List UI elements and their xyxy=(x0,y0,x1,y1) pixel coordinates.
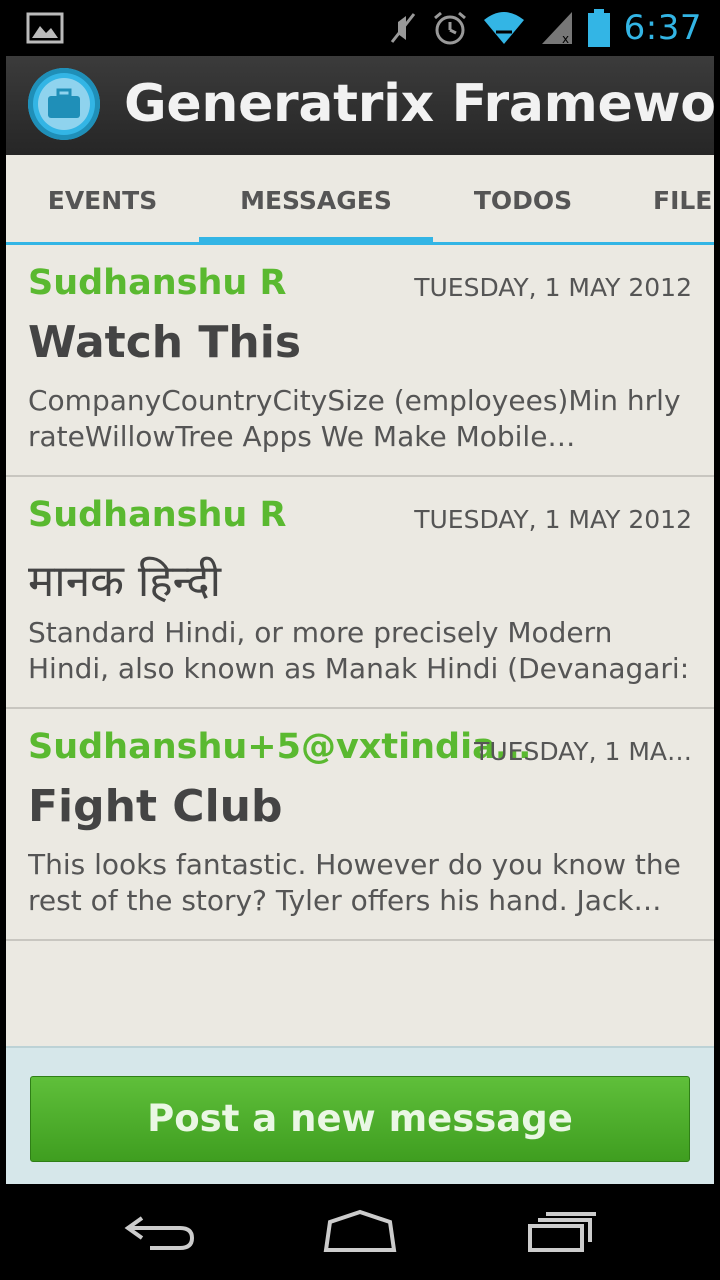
signal-icon: x xyxy=(541,12,572,46)
tab-messages[interactable]: MESSAGES xyxy=(199,155,433,242)
back-icon[interactable] xyxy=(120,1204,200,1260)
status-time: 6:37 xyxy=(623,8,702,48)
message-sender: Sudhanshu R xyxy=(28,495,287,535)
message-preview: CompanyCountryCitySize (employees)Min hr… xyxy=(28,384,681,453)
app-title: Generatrix Framework xyxy=(124,74,714,134)
message-list: Sudhanshu R TUESDAY, 1 MAY 2012 Watch Th… xyxy=(6,245,714,941)
action-bar: Generatrix Framework xyxy=(6,56,714,155)
message-date: TUESDAY, 1 MA… xyxy=(474,737,692,766)
home-icon[interactable] xyxy=(320,1204,400,1260)
alarm-icon xyxy=(433,11,466,45)
message-item[interactable]: Sudhanshu R TUESDAY, 1 MAY 2012 मानक हिन… xyxy=(6,477,714,709)
tab-todos[interactable]: TODOS xyxy=(433,155,613,242)
recent-apps-icon[interactable] xyxy=(520,1204,600,1260)
status-bar: x 6:37 xyxy=(0,0,720,56)
mute-icon xyxy=(390,13,415,43)
svg-text:x: x xyxy=(562,32,569,46)
navigation-bar xyxy=(0,1184,720,1280)
briefcase-icon[interactable] xyxy=(28,68,100,140)
message-preview: Standard Hindi, or more precisely Modern… xyxy=(28,616,690,689)
battery-icon xyxy=(587,9,610,47)
message-sender: Sudhanshu+5@vxtindia… xyxy=(28,727,531,767)
message-subject: Fight Club xyxy=(28,781,283,832)
wifi-icon xyxy=(483,12,524,44)
message-item[interactable]: Sudhanshu R TUESDAY, 1 MAY 2012 Watch Th… xyxy=(6,245,714,477)
message-subject: मानक हिन्दी xyxy=(28,556,222,607)
message-sender: Sudhanshu R xyxy=(28,263,287,303)
bottom-bar: Post a new message xyxy=(6,1046,714,1184)
message-item[interactable]: Sudhanshu+5@vxtindia… TUESDAY, 1 MA… Fig… xyxy=(6,709,714,941)
message-subject: Watch This xyxy=(28,317,302,368)
app-window: Generatrix Framework EVENTS MESSAGES TOD… xyxy=(6,56,714,1184)
tab-files[interactable]: FILE xyxy=(653,155,714,242)
tab-events[interactable]: EVENTS xyxy=(6,155,199,242)
message-date: TUESDAY, 1 MAY 2012 xyxy=(414,505,692,534)
message-date: TUESDAY, 1 MAY 2012 xyxy=(414,273,692,302)
briefcase-glyph-icon xyxy=(48,88,80,118)
tab-bar: EVENTS MESSAGES TODOS FILE xyxy=(6,155,714,245)
post-message-button[interactable]: Post a new message xyxy=(30,1076,690,1162)
gallery-notification-icon xyxy=(26,12,64,44)
message-preview: This looks fantastic. However do you kno… xyxy=(28,848,681,917)
